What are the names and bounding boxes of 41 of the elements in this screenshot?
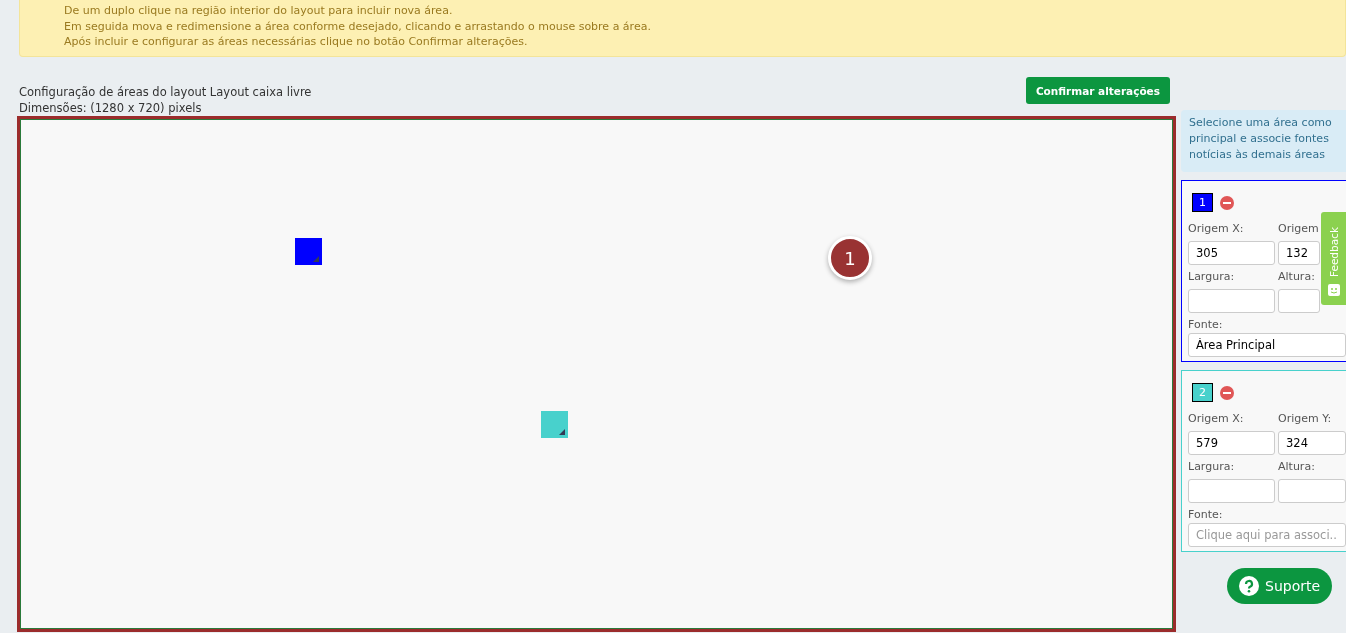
hint-text: notícias às demais áreas (1189, 147, 1326, 163)
source-field[interactable]: Área Principal (1188, 333, 1346, 357)
layout-area[interactable] (294, 237, 322, 265)
confirm-button[interactable]: Confirmar alterações (1025, 77, 1170, 104)
resize-grip-icon[interactable] (559, 428, 566, 435)
layout-title: Configuração de áreas do layout Layout caixa livre (19, 84, 312, 100)
hint-text: Selecione uma área como (1189, 115, 1333, 131)
input-field[interactable]: 132 (1278, 241, 1320, 265)
field-label: Origem X: (1188, 411, 1245, 427)
support-button[interactable]: Suporte (1227, 568, 1333, 604)
area-number: 2 (1192, 383, 1213, 402)
field-label: Largura: (1188, 269, 1236, 285)
input-field[interactable] (1188, 289, 1275, 313)
resize-grip-icon[interactable] (312, 255, 319, 262)
field-label: Origem X: (1188, 221, 1245, 237)
remove-icon[interactable] (1220, 195, 1234, 210)
input-field[interactable]: 579 (1188, 431, 1275, 455)
field-label: Origem (1278, 221, 1320, 237)
instruction-text: Após incluir e configurar as áreas necessárias clique no botão Confirmar alterações. (64, 34, 529, 50)
input-field[interactable]: 305 (1188, 241, 1275, 265)
field-label: Altura: (1278, 459, 1316, 475)
field-label: Fonte: (1188, 507, 1224, 523)
field-label: Altura: (1278, 269, 1316, 285)
hint-text: principal e associe fontes (1189, 131, 1330, 147)
remove-icon[interactable] (1220, 385, 1234, 400)
field-label: Largura: (1188, 459, 1236, 475)
dimensions-text: Dimensões: (1280 x 720) pixels (19, 100, 203, 116)
layout-canvas[interactable]: 1 (17, 116, 1176, 632)
source-field[interactable]: Clique aqui para associ... (1188, 523, 1346, 547)
input-field[interactable] (1278, 479, 1346, 503)
field-label: Fonte: (1188, 317, 1224, 333)
input-field[interactable]: 324 (1278, 431, 1346, 455)
input-field[interactable] (1278, 289, 1320, 313)
area-number: 1 (1192, 193, 1213, 212)
smiley-icon (1327, 283, 1341, 297)
instruction-text: De um duplo clique na região interior do layout para incluir nova área. (64, 3, 454, 19)
instruction-text: Em seguida mova e redimensione a área conforme desejado, clicando e arrastando o mouse sobre a área. (64, 18, 652, 34)
area-number-marker: 1 (828, 236, 872, 280)
help-icon (1239, 576, 1259, 596)
field-label: Origem Y: (1278, 411, 1333, 427)
input-field[interactable] (1188, 479, 1275, 503)
